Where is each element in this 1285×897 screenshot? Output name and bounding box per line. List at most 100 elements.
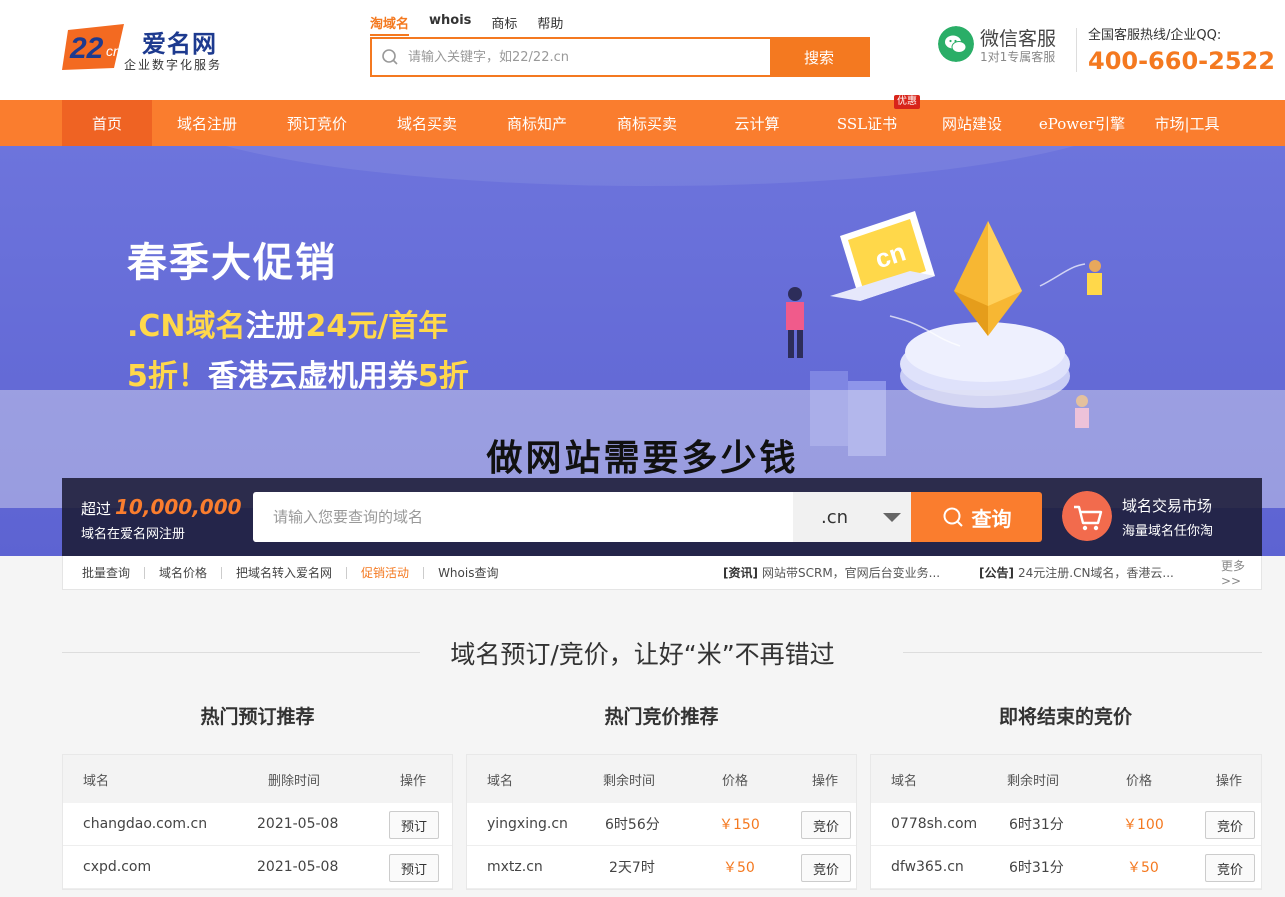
quick-links: 批量查询 域名价格 把域名转入爱名网 促销活动 Whois查询: [82, 556, 512, 589]
promo-line-3: 5折！香港云虚机用券5折: [127, 359, 469, 394]
search-tabs: 淘域名 whois 商标 帮助: [370, 13, 563, 36]
table-row: changdao.com.cn 2021-05-08 预订: [63, 803, 452, 846]
table-header: 域名 剩余时间 价格 操作: [467, 755, 856, 803]
market-title: 域名交易市场: [1122, 497, 1213, 515]
wechat-title: 微信客服: [980, 28, 1057, 50]
table-row: dfw365.cn 6时31分 ￥50 竞价: [871, 846, 1261, 889]
reserve-button[interactable]: 预订: [389, 811, 439, 839]
domain-name[interactable]: changdao.com.cn: [83, 803, 207, 845]
remaining-time: 2天7时: [609, 860, 655, 876]
nav-trademark-trade[interactable]: 商标买卖: [592, 100, 702, 146]
link-batch-query[interactable]: 批量查询: [82, 566, 146, 579]
domain-query-button[interactable]: 查询: [911, 492, 1042, 542]
col-header-action: 操作: [400, 773, 427, 789]
domain-name[interactable]: mxtz.cn: [487, 846, 543, 888]
quick-links-bar: 批量查询 域名价格 把域名转入爱名网 促销活动 Whois查询 [资讯] 网站带S…: [62, 556, 1262, 590]
table-header: 域名 删除时间 操作: [63, 755, 452, 803]
price: ￥150: [719, 817, 760, 833]
nav-market-tools[interactable]: 市场|工具: [1142, 100, 1232, 146]
domain-name[interactable]: 0778sh.com: [891, 803, 977, 845]
header-divider: [1076, 28, 1077, 72]
nav-trademark-ip[interactable]: 商标知产: [482, 100, 592, 146]
site-logo[interactable]: 22 cn 爱名网 企业数字化服务: [62, 22, 232, 74]
page-title: 做网站需要多少钱: [486, 438, 799, 479]
domain-suffix-value: .cn: [821, 506, 849, 528]
remaining-time: 6时31分: [1009, 860, 1064, 876]
bid-table: 域名 剩余时间 价格 操作 yingxing.cn 6时56分 ￥150 竞价 …: [466, 754, 857, 890]
link-transfer-in[interactable]: 把域名转入爱名网: [222, 566, 348, 579]
market-subtitle: 海量域名任你淘: [1122, 524, 1214, 539]
remaining-time: 6时31分: [1009, 817, 1064, 833]
nav-cloud[interactable]: 云计算: [702, 100, 812, 146]
bid-button[interactable]: 竞价: [801, 811, 851, 839]
search-icon: [372, 39, 408, 75]
col-header-remaining: 剩余时间: [1007, 773, 1060, 789]
nav-domain-trade[interactable]: 域名买卖: [372, 100, 482, 146]
nav-epower[interactable]: ePower引擎: [1022, 100, 1142, 146]
svg-text:22: 22: [69, 32, 104, 65]
col-header-domain: 域名: [487, 773, 514, 789]
reserve-button[interactable]: 预订: [389, 854, 439, 882]
svg-text:cn: cn: [106, 43, 121, 59]
search-icon: [943, 507, 963, 527]
nav-reserve-bid[interactable]: 预订竞价: [262, 100, 372, 146]
wechat-subtitle: 1对1专属客服: [980, 50, 1056, 64]
hotline: 全国客服热线/企业QQ: 400-660-2522: [1088, 24, 1275, 75]
promo-title: 春季大促销: [127, 240, 337, 286]
main-nav: 首页 域名注册 预订竞价 域名买卖 商标知产 商标买卖 云计算 SSL证书 优惠…: [0, 95, 1285, 146]
news-item[interactable]: [资讯] 网站带SCRM，官网后台变业务...: [723, 556, 940, 589]
tab-help[interactable]: 帮助: [537, 13, 563, 36]
chevron-down-icon: [883, 513, 901, 522]
search-input[interactable]: [408, 39, 770, 75]
col-header-delete-time: 删除时间: [268, 773, 321, 789]
hotline-number: 400-660-2522: [1088, 47, 1275, 75]
tab-whois[interactable]: whois: [429, 13, 471, 36]
delete-time: 2021-05-08: [257, 816, 339, 832]
nav-website-build[interactable]: 网站建设: [922, 100, 1022, 146]
price: ￥50: [1127, 860, 1159, 876]
domain-name[interactable]: cxpd.com: [83, 846, 151, 888]
col-title-ending: 即将结束的竞价: [998, 706, 1132, 728]
col-header-domain: 域名: [891, 773, 918, 789]
bid-button[interactable]: 竞价: [1205, 811, 1255, 839]
link-whois[interactable]: Whois查询: [424, 567, 512, 579]
nav-home[interactable]: 首页: [62, 100, 152, 146]
price: ￥50: [723, 860, 755, 876]
search-button[interactable]: 搜索: [770, 39, 868, 75]
more-link[interactable]: 更多>>: [1221, 556, 1261, 589]
table-header: 域名 剩余时间 价格 操作: [871, 755, 1261, 803]
announcement-item[interactable]: [公告] 24元注册.CN域名，香港云...: [979, 556, 1174, 589]
reserve-table: 域名 删除时间 操作 changdao.com.cn 2021-05-08 预订…: [62, 754, 453, 890]
bid-button[interactable]: 竞价: [801, 854, 851, 882]
domain-name[interactable]: dfw365.cn: [891, 846, 964, 888]
domain-name[interactable]: yingxing.cn: [487, 803, 568, 845]
nav-ssl[interactable]: SSL证书 优惠: [812, 95, 922, 146]
col-header-action: 操作: [1216, 773, 1243, 789]
delete-time: 2021-05-08: [257, 859, 339, 875]
shopping-cart-icon: [1062, 491, 1112, 541]
logo-slogan: 企业数字化服务: [124, 58, 223, 72]
remaining-time: 6时56分: [605, 817, 660, 833]
table-row: cxpd.com 2021-05-08 预订: [63, 846, 452, 889]
bid-button[interactable]: 竞价: [1205, 854, 1255, 882]
link-domain-price[interactable]: 域名价格: [145, 566, 223, 579]
domain-search-bar: 超过10,000,000 域名在爱名网注册 .cn 查询 域名交易市场 海量域名…: [62, 478, 1262, 556]
hotline-label: 全国客服热线/企业QQ:: [1088, 28, 1222, 43]
col-title-bid: 热门竞价推荐: [604, 706, 719, 728]
domain-search-input[interactable]: [253, 492, 793, 542]
tab-taoyuming[interactable]: 淘域名: [370, 13, 410, 36]
promo-line-2: .CN域名注册24元/首年: [127, 309, 449, 344]
tab-trademark[interactable]: 商标: [491, 13, 517, 36]
wechat-service[interactable]: 微信客服 1对1专属客服: [938, 26, 1078, 70]
header-search: 搜索: [370, 37, 870, 77]
domain-market-link[interactable]: 域名交易市场 海量域名任你淘: [1062, 491, 1262, 543]
nav-domain-register[interactable]: 域名注册: [152, 100, 262, 146]
domain-suffix-select[interactable]: .cn: [793, 492, 911, 542]
table-row: yingxing.cn 6时56分 ￥150 竞价: [467, 803, 856, 846]
col-header-price: 价格: [1126, 773, 1153, 789]
table-row: mxtz.cn 2天7时 ￥50 竞价: [467, 846, 856, 889]
logo-mark-icon: 22 cn: [62, 24, 124, 70]
nav-ssl-label: SSL证书: [836, 114, 898, 133]
link-promotions[interactable]: 促销活动: [347, 566, 425, 579]
price: ￥100: [1123, 817, 1164, 833]
